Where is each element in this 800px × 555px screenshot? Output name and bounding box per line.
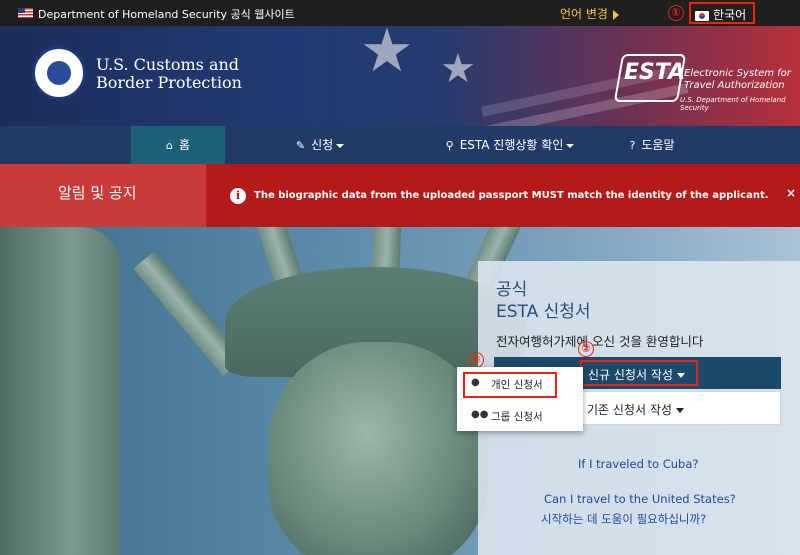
- nav-item-help[interactable]: ? 도움말: [612, 126, 692, 164]
- close-icon[interactable]: ×: [786, 186, 796, 200]
- language-change-link[interactable]: 언어 변경: [560, 5, 619, 22]
- caret-down-icon: [675, 408, 684, 413]
- user-icon: ●: [471, 377, 480, 388]
- existing-application-label: 기존 신청서 작성: [587, 401, 684, 418]
- nav-item-label: 신청: [311, 138, 334, 152]
- main-nav: ⌂ 홈 ✎ 신청 ⚲ ESTA 진행상황 확인 ? 도움말: [0, 126, 800, 164]
- annotation-marker-3: ③: [468, 352, 484, 368]
- panel-title-esta: ESTA 신청서: [496, 302, 591, 322]
- caret-down-icon: [566, 143, 575, 148]
- home-icon: ⌂: [165, 139, 173, 152]
- language-change-label: 언어 변경: [560, 7, 608, 21]
- gov-bar-text: Department of Homeland Security 공식 웹사이트: [38, 8, 295, 21]
- new-application-highlight: 신규 신청서 작성: [580, 360, 698, 386]
- nav-item-apply[interactable]: ✎ 신청: [280, 126, 360, 164]
- statue-face-image: [268, 342, 488, 555]
- annotation-marker-2: ②: [578, 341, 594, 357]
- nav-item-home[interactable]: ⌂ 홈: [131, 126, 225, 164]
- gov-bar: Department of Homeland Security 공식 웹사이트 …: [0, 0, 800, 26]
- dropdown-item-group[interactable]: ●● 그룹 신청서: [457, 401, 583, 431]
- caret-down-icon: [336, 143, 345, 148]
- cbp-title[interactable]: U.S. Customs and Border Protection: [96, 56, 242, 92]
- cbp-title-line1: U.S. Customs and: [96, 55, 240, 74]
- statue-arm-image: [0, 227, 120, 555]
- current-language-label: 한국어: [713, 8, 747, 22]
- pencil-icon: ✎: [295, 139, 306, 152]
- nav-item-label: ESTA 진행상황 확인: [459, 138, 564, 152]
- new-application-dropdown: ● 개인 신청서 ●● 그룹 신청서: [457, 367, 583, 431]
- individual-application-label: 개인 신청서: [491, 379, 543, 391]
- language-selector[interactable]: 한국어: [689, 2, 755, 24]
- alert-message: The biographic data from the uploaded pa…: [254, 190, 769, 201]
- esta-subtitle-line1: Electronic System for: [684, 68, 791, 79]
- cuba-travel-link[interactable]: If I traveled to Cuba?: [578, 457, 699, 471]
- star-decoration-icon: ★: [360, 26, 414, 86]
- esta-logo-subtitle: Electronic System for Travel Authorizati…: [684, 68, 799, 92]
- star-decoration-icon: ★: [440, 46, 476, 92]
- can-i-travel-link[interactable]: Can I travel to the United States?: [544, 492, 736, 506]
- panel-welcome-text: 전자여행허가제에 오신 것을 환영합니다: [496, 334, 704, 349]
- esta-logo-word: ESTA: [624, 60, 686, 85]
- nav-item-label: 홈: [178, 138, 191, 152]
- info-icon: i: [230, 188, 246, 204]
- nav-item-label: 도움말: [641, 138, 675, 152]
- esta-logo: ESTA Electronic System for Travel Author…: [613, 46, 799, 126]
- site-header: ★ ★ U.S. Customs and Border Protection E…: [0, 26, 800, 126]
- annotation-marker-1: ①: [668, 5, 684, 21]
- dropdown-item-individual[interactable]: ● 개인 신청서: [457, 369, 583, 399]
- group-users-icon: ●●: [471, 409, 489, 420]
- search-icon: ⚲: [445, 139, 454, 152]
- existing-application-text: 기존 신청서 작성: [587, 403, 672, 417]
- cbp-title-line2: Border Protection: [96, 73, 242, 92]
- alert-heading: 알림 및 공지: [0, 164, 206, 227]
- help-icon: ?: [629, 139, 636, 152]
- esta-subtitle-line2: Travel Authorization: [684, 80, 785, 91]
- korea-flag-icon: [695, 10, 709, 21]
- new-application-label: 신규 신청서 작성: [588, 368, 673, 382]
- group-application-label: 그룹 신청서: [491, 411, 543, 423]
- esta-logo-dept: U.S. Department of Homeland Security: [680, 96, 786, 112]
- caret-down-icon: [676, 373, 685, 378]
- alert-banner: i The biographic data from the uploaded …: [206, 164, 800, 227]
- need-help-link[interactable]: 시작하는 데 도움이 필요하십니까?: [541, 511, 706, 527]
- us-flag-icon: [18, 8, 33, 18]
- dhs-seal-logo[interactable]: [32, 46, 86, 100]
- triangle-right-icon: [612, 9, 619, 20]
- nav-item-check-status[interactable]: ⚲ ESTA 진행상황 확인: [430, 126, 590, 164]
